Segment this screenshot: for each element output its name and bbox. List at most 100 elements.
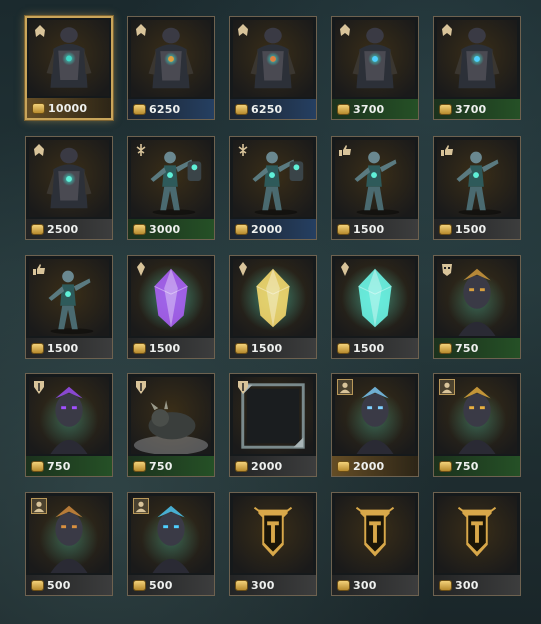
item-price: 6250 — [149, 102, 181, 116]
store-item-tile[interactable]: 6250 — [229, 16, 317, 120]
price-bar: 1500 — [230, 338, 316, 358]
store-item-tile[interactable]: 750 — [127, 373, 215, 477]
price-bar: 300 — [434, 575, 520, 595]
crystal-shard-icon — [235, 261, 251, 277]
store-item-tile[interactable]: 500 — [127, 492, 215, 596]
price-bar: 1500 — [332, 338, 418, 358]
mask-icon — [439, 261, 455, 277]
store-item-tile[interactable]: 300 — [433, 492, 521, 596]
item-price: 300 — [251, 578, 275, 592]
store-item-grid: 10000 6250 6250 3700 3700 2500 3000 2000… — [0, 0, 541, 624]
gold-coin-icon — [33, 103, 44, 113]
profile-icon — [337, 379, 353, 395]
store-item-tile[interactable]: 2500 — [25, 136, 113, 240]
price-bar: 300 — [230, 575, 316, 595]
price-bar: 1500 — [434, 219, 520, 239]
emote-gesture-icon — [133, 142, 149, 158]
store-item-tile[interactable]: 300 — [331, 492, 419, 596]
store-item-tile[interactable]: 1500 — [127, 255, 215, 359]
item-price: 10000 — [48, 101, 88, 115]
item-price: 300 — [353, 578, 377, 592]
item-price: 3700 — [353, 102, 385, 116]
store-item-tile[interactable]: 1500 — [229, 255, 317, 359]
store-item-tile[interactable]: 2000 — [331, 373, 419, 477]
gold-coin-icon — [440, 224, 451, 234]
store-item-tile[interactable]: 3700 — [331, 16, 419, 120]
gold-coin-icon — [440, 461, 451, 471]
price-bar: 2000 — [230, 456, 316, 476]
gold-coin-icon — [440, 580, 451, 590]
price-bar: 6250 — [230, 99, 316, 119]
gold-coin-icon — [440, 343, 451, 353]
gold-coin-icon — [338, 343, 349, 353]
gold-coin-icon — [134, 580, 145, 590]
item-price: 6250 — [251, 102, 283, 116]
gold-coin-icon — [32, 461, 43, 471]
price-bar: 750 — [434, 456, 520, 476]
store-item-tile[interactable]: 500 — [25, 492, 113, 596]
price-bar: 750 — [434, 338, 520, 358]
store-item-tile[interactable]: 1500 — [331, 255, 419, 359]
item-price: 2000 — [251, 222, 283, 236]
gold-coin-icon — [134, 461, 145, 471]
item-price: 1500 — [353, 341, 385, 355]
item-price: 1500 — [149, 341, 181, 355]
banner-emblem-icon — [335, 496, 415, 573]
item-price: 2000 — [353, 459, 385, 473]
store-item-tile[interactable]: 6250 — [127, 16, 215, 120]
price-bar: 2000 — [332, 456, 418, 476]
price-bar: 10000 — [27, 98, 111, 118]
ornate-cloak-icon — [439, 22, 455, 38]
gold-coin-icon — [236, 461, 247, 471]
profile-icon — [31, 498, 47, 514]
price-bar: 500 — [128, 575, 214, 595]
gold-coin-icon — [236, 580, 247, 590]
gold-coin-icon — [236, 104, 247, 114]
profile-icon — [133, 498, 149, 514]
price-bar: 2000 — [230, 219, 316, 239]
price-bar: 1500 — [332, 219, 418, 239]
gold-coin-icon — [338, 104, 349, 114]
ornate-cloak-icon — [235, 22, 251, 38]
item-price: 500 — [47, 578, 71, 592]
store-item-tile[interactable]: 1500 — [25, 255, 113, 359]
item-price: 3700 — [455, 102, 487, 116]
ornate-cloak-icon — [32, 23, 48, 39]
gold-coin-icon — [236, 224, 247, 234]
store-item-tile[interactable]: 750 — [433, 255, 521, 359]
ornate-cloak-icon — [31, 142, 47, 158]
store-item-tile[interactable]: 3700 — [433, 16, 521, 120]
store-item-tile[interactable]: 750 — [25, 373, 113, 477]
profile-icon — [439, 379, 455, 395]
ornate-cloak-icon — [337, 22, 353, 38]
store-item-tile[interactable]: 1500 — [433, 136, 521, 240]
thumbs-up-icon — [439, 142, 455, 158]
gold-coin-icon — [236, 343, 247, 353]
item-price: 3000 — [149, 222, 181, 236]
gold-coin-icon — [134, 224, 145, 234]
gold-coin-icon — [32, 224, 43, 234]
emote-gesture-icon — [235, 142, 251, 158]
price-bar: 3700 — [434, 99, 520, 119]
store-item-tile[interactable]: 300 — [229, 492, 317, 596]
gold-coin-icon — [32, 343, 43, 353]
ornate-cloak-icon — [133, 22, 149, 38]
price-bar: 750 — [26, 456, 112, 476]
store-item-tile[interactable]: 2000 — [229, 373, 317, 477]
price-bar: 750 — [128, 456, 214, 476]
gold-coin-icon — [338, 461, 349, 471]
item-price: 750 — [455, 341, 479, 355]
price-bar: 3700 — [332, 99, 418, 119]
store-item-tile[interactable]: 3000 — [127, 136, 215, 240]
item-price: 300 — [455, 578, 479, 592]
item-price: 2000 — [251, 459, 283, 473]
item-price: 1500 — [47, 341, 79, 355]
item-price: 500 — [149, 578, 173, 592]
store-item-tile[interactable]: 2000 — [229, 136, 317, 240]
store-item-tile[interactable]: 1500 — [331, 136, 419, 240]
store-item-tile[interactable]: 750 — [433, 373, 521, 477]
gold-coin-icon — [134, 104, 145, 114]
banner-emblem-icon — [437, 496, 517, 573]
store-item-tile[interactable]: 10000 — [25, 16, 113, 120]
thumbs-up-icon — [31, 261, 47, 277]
